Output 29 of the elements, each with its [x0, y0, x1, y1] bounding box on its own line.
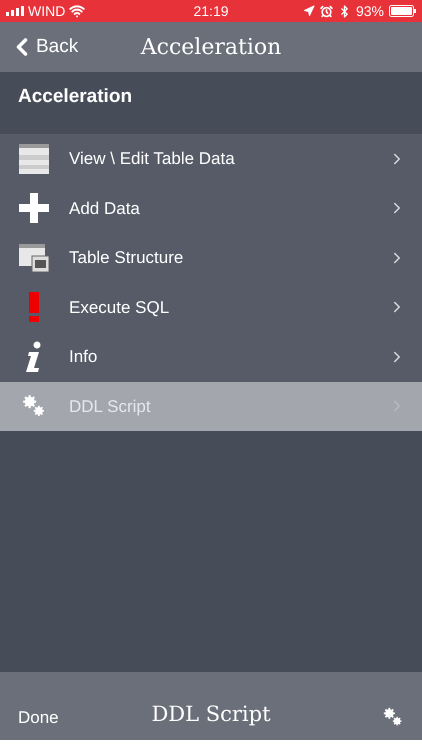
settings-icon — [382, 706, 404, 728]
menu-item[interactable]: Add Data — [0, 184, 422, 233]
back-button[interactable]: Back — [0, 32, 78, 62]
menu-item[interactable]: View \ Edit Table Data — [0, 134, 422, 184]
section-title: Acceleration — [18, 84, 132, 109]
battery-percent: 93% — [356, 2, 384, 20]
menu-item-label: View \ Edit Table Data — [69, 148, 236, 170]
menu-item-label: DDL Script — [69, 396, 152, 418]
location-icon — [302, 5, 315, 17]
wifi-icon — [69, 3, 86, 19]
nav-title: Acceleration — [140, 34, 282, 62]
menu-item[interactable]: Execute SQL — [0, 282, 422, 332]
menu-item-label: Table Structure — [69, 247, 184, 269]
table-window-icon — [19, 244, 49, 272]
menu-item-label: Info — [69, 346, 98, 368]
signal-icon — [6, 6, 24, 16]
battery-icon — [389, 5, 416, 17]
menu-item[interactable]: Table Structure — [0, 233, 422, 282]
menu-item[interactable]: Info — [0, 332, 422, 382]
exclamation-icon — [28, 292, 40, 322]
status-time: 21:19 — [192, 2, 230, 20]
menu-item-label: Execute SQL — [69, 296, 170, 318]
plus-icon — [19, 193, 49, 224]
alarm-icon — [320, 4, 333, 18]
sheet-title: DDL Script — [151, 700, 271, 728]
carrier-label: WIND — [28, 2, 66, 20]
done-button[interactable]: Done — [18, 704, 59, 730]
menu-item-label: Add Data — [69, 198, 141, 220]
table-icon — [19, 144, 49, 174]
